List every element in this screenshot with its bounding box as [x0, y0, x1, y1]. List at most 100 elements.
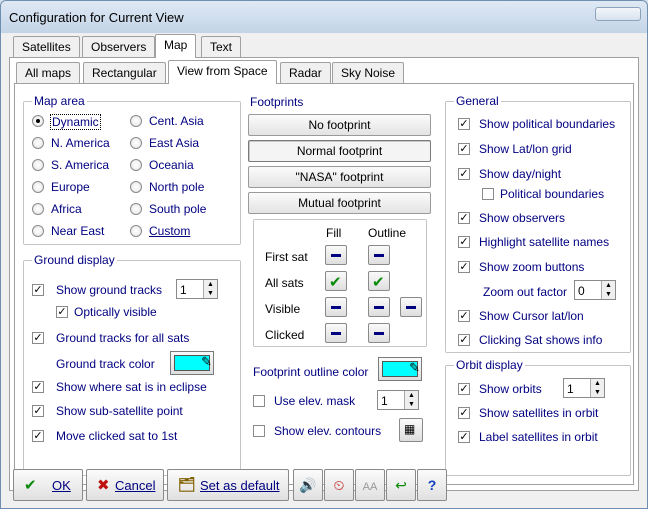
radio-cent-asia[interactable]: [130, 115, 142, 127]
all-sats-fill-button[interactable]: ✔: [325, 271, 347, 291]
check-clicking-info[interactable]: ✓: [458, 334, 470, 346]
show-orbits-label: Show orbits: [479, 382, 542, 396]
tab-view-from-space[interactable]: View from Space: [168, 60, 277, 84]
custom-link[interactable]: Custom: [149, 224, 190, 238]
timer-button[interactable]: ⏲: [324, 469, 354, 501]
arrow-up-icon[interactable]: ▲: [405, 391, 418, 400]
check-zoom-buttons[interactable]: ✓: [458, 261, 470, 273]
visible-fill-button[interactable]: [325, 297, 347, 317]
elev-contours-settings-button[interactable]: ▦: [399, 418, 423, 442]
radio-north-pole[interactable]: [130, 181, 142, 193]
tab-observers[interactable]: Observers: [82, 36, 156, 58]
general-title: General: [454, 94, 501, 108]
ground-tracks-spinner[interactable]: 1 ▲ ▼: [176, 279, 218, 299]
first-sat-fill-button[interactable]: [325, 245, 347, 265]
close-button[interactable]: [595, 7, 641, 21]
radio-n-america[interactable]: [32, 137, 44, 149]
check-highlight-names[interactable]: ✓: [458, 236, 470, 248]
first-sat-outline-button[interactable]: [368, 245, 390, 265]
set-default-button[interactable]: 🗂 Set as default: [167, 469, 289, 501]
zoom-out-spinner[interactable]: 0 ▲ ▼: [574, 280, 616, 300]
font-button[interactable]: AA: [355, 469, 385, 501]
check-show-eclipse[interactable]: ✓: [32, 381, 44, 393]
arrow-up-icon[interactable]: ▲: [204, 280, 217, 289]
check-show-observers[interactable]: ✓: [458, 212, 470, 224]
check-label-sats[interactable]: ✓: [458, 431, 470, 443]
nasa-footprint-button[interactable]: "NASA" footprint: [248, 166, 431, 188]
arrow-down-icon[interactable]: ▼: [602, 290, 615, 299]
radio-custom[interactable]: [130, 225, 142, 237]
undo-icon: ↩: [395, 477, 407, 493]
arrow-up-icon[interactable]: ▲: [602, 281, 615, 290]
mutual-footprint-button[interactable]: Mutual footprint: [248, 192, 431, 214]
check-sats-in-orbit[interactable]: ✓: [458, 407, 470, 419]
check-latlon-grid[interactable]: ✓: [458, 143, 470, 155]
radio-africa[interactable]: [32, 203, 44, 215]
font-icon: AA: [362, 481, 378, 493]
spinner-arrows[interactable]: ▲ ▼: [590, 379, 604, 397]
check-optically-visible[interactable]: ✓: [56, 306, 68, 318]
check-day-night[interactable]: ✓: [458, 168, 470, 180]
check-show-ground-tracks[interactable]: ✓: [32, 284, 44, 296]
radio-dynamic[interactable]: [32, 115, 44, 127]
check-ground-tracks-all[interactable]: ✓: [32, 332, 44, 344]
radio-east-asia[interactable]: [130, 137, 142, 149]
cancel-button[interactable]: ✖ Cancel: [86, 469, 164, 501]
all-sats-outline-button[interactable]: ✔: [368, 271, 390, 291]
check-show-elev-contours[interactable]: [253, 425, 265, 437]
radio-europe[interactable]: [32, 181, 44, 193]
tab-satellites[interactable]: Satellites: [13, 36, 80, 58]
visible-extra-button[interactable]: [400, 297, 422, 317]
client-area: Satellites Observers Map Text All maps R…: [7, 33, 641, 503]
tab-text[interactable]: Text: [201, 36, 242, 58]
orbits-spinner[interactable]: 1 ▲ ▼: [563, 378, 605, 398]
check-daynight-political[interactable]: [482, 188, 494, 200]
radio-near-east[interactable]: [32, 225, 44, 237]
optically-visible-label: Optically visible: [74, 305, 157, 319]
tab-radar[interactable]: Radar: [280, 62, 331, 84]
check-move-clicked[interactable]: ✓: [32, 430, 44, 442]
checkmark-icon: ✔: [24, 477, 37, 494]
radio-south-pole[interactable]: [130, 203, 142, 215]
footprint-outline-color-button[interactable]: ✎: [378, 357, 422, 381]
help-button[interactable]: ?: [417, 469, 447, 501]
orbit-display-group: Orbit display ✓ Show orbits 1 ▲ ▼ ✓ Show …: [445, 358, 631, 476]
tab-label: Map: [164, 38, 188, 52]
ground-track-color-button[interactable]: ✎: [170, 351, 214, 375]
arrow-down-icon[interactable]: ▼: [405, 400, 418, 409]
fill-column-header: Fill: [326, 226, 342, 240]
tab-all-maps[interactable]: All maps: [16, 62, 81, 84]
check-political-boundaries[interactable]: ✓: [458, 118, 470, 130]
spinner-arrows[interactable]: ▲ ▼: [203, 280, 217, 298]
ok-button[interactable]: ✔ OK: [13, 469, 83, 501]
move-clicked-label: Move clicked sat to 1st: [56, 429, 178, 443]
set-default-label: Set as default: [200, 478, 280, 493]
no-footprint-button[interactable]: No footprint: [248, 114, 431, 136]
arrow-down-icon[interactable]: ▼: [204, 289, 217, 298]
footprints-title: Footprints: [250, 95, 304, 109]
elev-mask-spinner[interactable]: 1 ▲ ▼: [377, 390, 419, 410]
check-show-subsat[interactable]: ✓: [32, 405, 44, 417]
check-cursor-latlon[interactable]: ✓: [458, 310, 470, 322]
visible-outline-button[interactable]: [368, 297, 390, 317]
clicked-outline-button[interactable]: [368, 323, 390, 343]
label-sats-label: Label satellites in orbit: [479, 430, 598, 444]
arrow-up-icon[interactable]: ▲: [591, 379, 604, 388]
radio-south-pole-label: South pole: [149, 202, 207, 216]
daynight-political-label: Political boundaries: [500, 187, 605, 201]
radio-oceania[interactable]: [130, 159, 142, 171]
sound-button[interactable]: 🔊: [293, 469, 323, 501]
radio-s-america[interactable]: [32, 159, 44, 171]
spinner-arrows[interactable]: ▲ ▼: [404, 391, 418, 409]
check-show-orbits[interactable]: ✓: [458, 383, 470, 395]
tab-map[interactable]: Map: [155, 34, 197, 58]
arrow-down-icon[interactable]: ▼: [591, 388, 604, 397]
undo-button[interactable]: ↩: [386, 469, 416, 501]
clicked-fill-button[interactable]: [325, 323, 347, 343]
tab-sky-noise[interactable]: Sky Noise: [332, 62, 405, 84]
dash-icon: [374, 254, 384, 257]
check-use-elev-mask[interactable]: [253, 395, 265, 407]
tab-rectangular[interactable]: Rectangular: [83, 62, 166, 84]
normal-footprint-button[interactable]: Normal footprint: [248, 140, 431, 162]
spinner-arrows[interactable]: ▲ ▼: [601, 281, 615, 299]
